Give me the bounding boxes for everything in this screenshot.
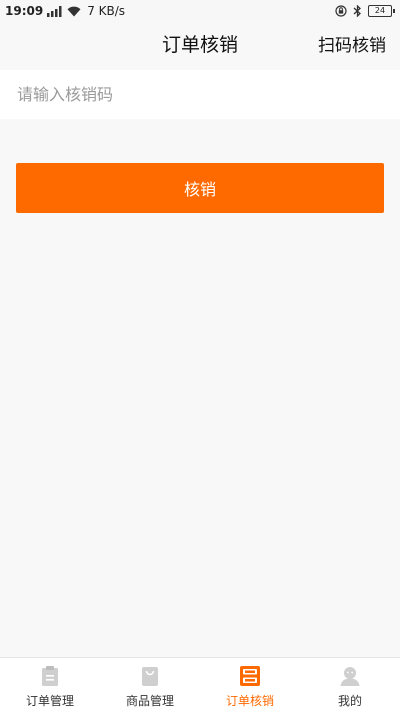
lock-rotation-icon: [335, 5, 347, 17]
tab-product-management[interactable]: 商品管理: [100, 658, 200, 711]
scan-verify-button[interactable]: 扫码核销: [318, 22, 386, 70]
battery-indicator: 24: [368, 5, 395, 17]
status-bar-right: 24: [335, 5, 395, 17]
tab-label: 商品管理: [125, 694, 174, 708]
tab-mine[interactable]: 我的: [300, 658, 400, 711]
tab-order-verify[interactable]: 订单核销: [200, 658, 300, 711]
verify-button[interactable]: 核销: [16, 163, 384, 213]
app-screen: 19:09 7 KB/s 24 订单核销 扫码核销 请输入核销码 核销 订单管理…: [0, 0, 400, 711]
verify-code-input[interactable]: [0, 70, 400, 119]
clipboard-icon: [42, 666, 58, 686]
verify-code-input-row: [0, 70, 400, 119]
signal-icon: [47, 5, 62, 17]
header-bar: 订单核销 扫码核销: [0, 22, 400, 70]
bottom-tab-bar: 订单管理 商品管理 订单核销 我的: [0, 657, 400, 711]
tab-order-management[interactable]: 订单管理: [0, 658, 100, 711]
tab-label: 订单管理: [25, 694, 74, 708]
wifi-icon: [67, 6, 81, 16]
status-time: 19:09: [5, 4, 44, 18]
bluetooth-icon: [353, 5, 361, 17]
tab-label: 我的: [337, 694, 362, 708]
user-icon: [340, 667, 360, 686]
status-bar: 19:09 7 KB/s 24: [0, 0, 400, 22]
status-bar-left: 19:09 7 KB/s: [5, 4, 125, 18]
scan-icon: [240, 666, 260, 686]
tab-label: 订单核销: [225, 694, 274, 708]
network-speed: 7 KB/s: [87, 4, 126, 18]
shopping-bag-icon: [142, 667, 158, 686]
